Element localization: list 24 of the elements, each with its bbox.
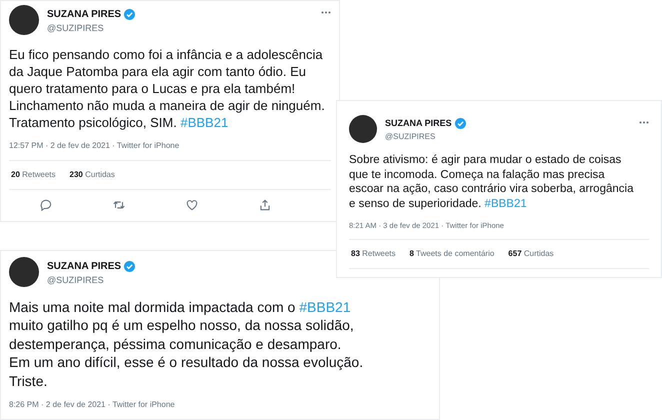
avatar [9,5,39,35]
tweet-timestamp: 12:57 PM · 2 de fev de 2021 · Twitter for iPhone [9,140,180,152]
stat-count[interactable]: 230 Curtidas [70,168,115,180]
author-handle: @SUZIPIRES [47,22,105,35]
author-name: SUZANA PIRES [385,117,452,130]
share-icon[interactable] [258,198,272,212]
tweet-text: Mais uma noite mal dormida impactada com o #BBB21 muito gatilho pq é um espelho nosso, da nossa solidão, destemperança, péssima comunicação e desamparo. Em um ano difícil, esse é o resultado da nossa evolução. Triste. [9,298,364,390]
tweet-timestamp: 8:26 PM · 2 de fev de 2021 · Twitter for iPhone [9,399,176,411]
tweet-text: Sobre ativismo: é agir para mudar o estado de coisas que te incomoda. Começa na falação mas precisa escoar na ação, caso contrário vira soberba, arrogância e senso de superioridade. #BBB21 [349,153,634,211]
stat-count[interactable]: 83 Retweets [351,248,396,260]
author-name: SUZANA PIRES [47,8,122,22]
avatar [349,115,377,143]
author-name: SUZANA PIRES [47,260,122,274]
heart-icon[interactable] [184,198,198,212]
tweet-text: Eu fico pensando como foi a infância e a adolescência da Jaque Patomba para ela agir com tanto ódio. Eu quero tratamento para o Lucas e pra ela também! Linchamento não muda a maneira de agir de ninguém. Tratamento psicológico, SIM. #BBB21 [9,46,326,130]
avatar [9,257,39,287]
author-handle: @SUZIPIRES [385,130,436,142]
more-options-icon[interactable] [639,121,649,124]
stat-count[interactable]: 20 Retweets [11,168,56,180]
author-handle: @SUZIPIRES [47,274,105,287]
stat-count[interactable]: 8 Tweets de comentário [410,248,494,260]
stat-count[interactable]: 657 Curtidas [508,248,554,260]
comment-icon[interactable] [38,198,52,212]
more-options-icon[interactable] [321,11,331,14]
